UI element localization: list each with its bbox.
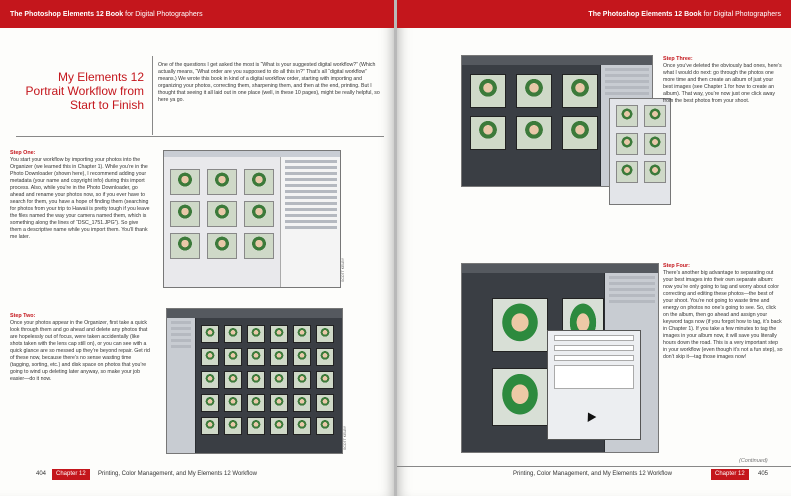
photo-thumbnail (516, 74, 552, 108)
photo-thumbnail (247, 417, 265, 435)
step-one-heading: Step One: (10, 150, 36, 156)
book-title: The Photoshop Elements 12 Book (10, 11, 124, 18)
photo-thumbnail (616, 105, 638, 127)
downloader-settings-panel (280, 157, 340, 287)
step-two: Step Two: Once your photos appear in the… (10, 313, 150, 383)
organizer-thumbnails (201, 325, 334, 435)
running-header-left: The Photoshop Elements 12 Book for Digit… (0, 0, 394, 28)
photo-thumbnail (247, 394, 265, 412)
photo-thumbnail (170, 201, 200, 227)
photo-thumbnail (316, 417, 334, 435)
photo-thumbnail (562, 116, 598, 150)
footer-rule (397, 466, 791, 467)
photo-thumbnail (644, 161, 666, 183)
right-page: The Photoshop Elements 12 Book for Digit… (397, 0, 791, 496)
step-four-heading: Step Four: (663, 263, 690, 269)
photo-thumbnail (293, 348, 311, 366)
page-number: 404 (36, 471, 47, 477)
photo-thumbnail (470, 116, 506, 150)
step-three: Step Three: Once you’ve deleted the obvi… (663, 56, 783, 105)
keyword-tag-dialog (547, 330, 641, 440)
photo-thumbnail (224, 325, 242, 343)
photo-thumbnail (316, 348, 334, 366)
photo-thumbnail (201, 394, 219, 412)
step-two-heading: Step Two: (10, 313, 36, 319)
book-title: The Photoshop Elements 12 Book (588, 11, 702, 18)
photo-thumbnail (224, 348, 242, 366)
photo-thumbnail (207, 169, 237, 195)
intro-paragraph: One of the questions I get asked the mos… (158, 62, 380, 103)
photo-thumbnail (170, 169, 200, 195)
photo-thumbnail (224, 417, 242, 435)
photo-thumbnail (247, 325, 265, 343)
photo-thumbnail (616, 161, 638, 183)
photo-thumbnail (244, 233, 274, 259)
photo-thumbnail (270, 417, 288, 435)
step-four: Step Four: There’s another big advantage… (663, 263, 783, 361)
step-three-heading: Step Three: (663, 56, 693, 62)
footer-left: 404 Chapter 12 Printing, Color Managemen… (0, 469, 394, 480)
photo-thumbnail (616, 133, 638, 155)
photo-thumbnail (201, 371, 219, 389)
album-detail-screenshot (609, 98, 671, 205)
photo-credit: SCOTT KELBY (343, 425, 347, 450)
large-photo (492, 298, 548, 352)
photo-thumbnail (224, 371, 242, 389)
title-divider (152, 56, 153, 135)
photo-thumbnail (516, 116, 552, 150)
photo-thumbnail (270, 325, 288, 343)
step-three-body: Once you’ve deleted the obviously bad on… (663, 63, 782, 104)
photo-thumbnail (562, 74, 598, 108)
photo-thumbnail (293, 325, 311, 343)
photo-thumbnail (316, 394, 334, 412)
photo-thumbnail (207, 201, 237, 227)
photo-thumbnail (247, 348, 265, 366)
photo-downloader-screenshot (163, 150, 341, 288)
page-number: 405 (758, 471, 769, 477)
left-page: The Photoshop Elements 12 Book for Digit… (0, 0, 394, 496)
step-one: Step One: You start your workflow by imp… (10, 150, 150, 241)
continued-label: (Continued) (739, 458, 768, 464)
chapter-tab: Chapter 12 (711, 469, 749, 480)
photo-thumbnail (270, 394, 288, 412)
downloader-thumbnails (170, 169, 274, 259)
chapter-tab: Chapter 12 (52, 469, 90, 480)
running-header-right: The Photoshop Elements 12 Book for Digit… (397, 0, 791, 28)
album-thumbnails (470, 74, 598, 150)
photo-thumbnail (316, 371, 334, 389)
photo-thumbnail (293, 371, 311, 389)
photo-thumbnail (201, 417, 219, 435)
intro-rule (16, 136, 384, 137)
large-photo (492, 368, 548, 426)
step-two-body: Once your photos appear in the Organizer… (10, 320, 150, 382)
photo-thumbnail (170, 233, 200, 259)
photo-thumbnail (224, 394, 242, 412)
section-title: My Elements 12 Portrait Workflow from St… (25, 70, 144, 112)
photo-thumbnail (201, 325, 219, 343)
photo-thumbnail (247, 371, 265, 389)
footer-title: Printing, Color Management, and My Eleme… (98, 471, 257, 477)
photo-thumbnail (293, 394, 311, 412)
organizer-screenshot (166, 308, 343, 454)
photo-thumbnail (244, 201, 274, 227)
photo-thumbnail (244, 169, 274, 195)
photo-credit: SCOTT KELBY (341, 257, 345, 282)
organizer-sidebar (167, 318, 196, 453)
photo-thumbnail (270, 348, 288, 366)
book-subtitle: for Digital Photographers (125, 11, 203, 18)
photo-thumbnail (201, 348, 219, 366)
photo-thumbnail (207, 233, 237, 259)
footer-right: Printing, Color Management, and My Eleme… (397, 469, 791, 480)
photo-thumbnail (644, 133, 666, 155)
photo-thumbnail (270, 371, 288, 389)
footer-title: Printing, Color Management, and My Eleme… (513, 471, 672, 477)
photo-thumbnail (293, 417, 311, 435)
book-subtitle: for Digital Photographers (703, 11, 781, 18)
photo-thumbnail (316, 325, 334, 343)
photo-thumbnail (644, 105, 666, 127)
step-one-body: You start your workflow by importing you… (10, 157, 150, 240)
photo-thumbnail (470, 74, 506, 108)
step-four-body: There’s another big advantage to separat… (663, 270, 783, 360)
